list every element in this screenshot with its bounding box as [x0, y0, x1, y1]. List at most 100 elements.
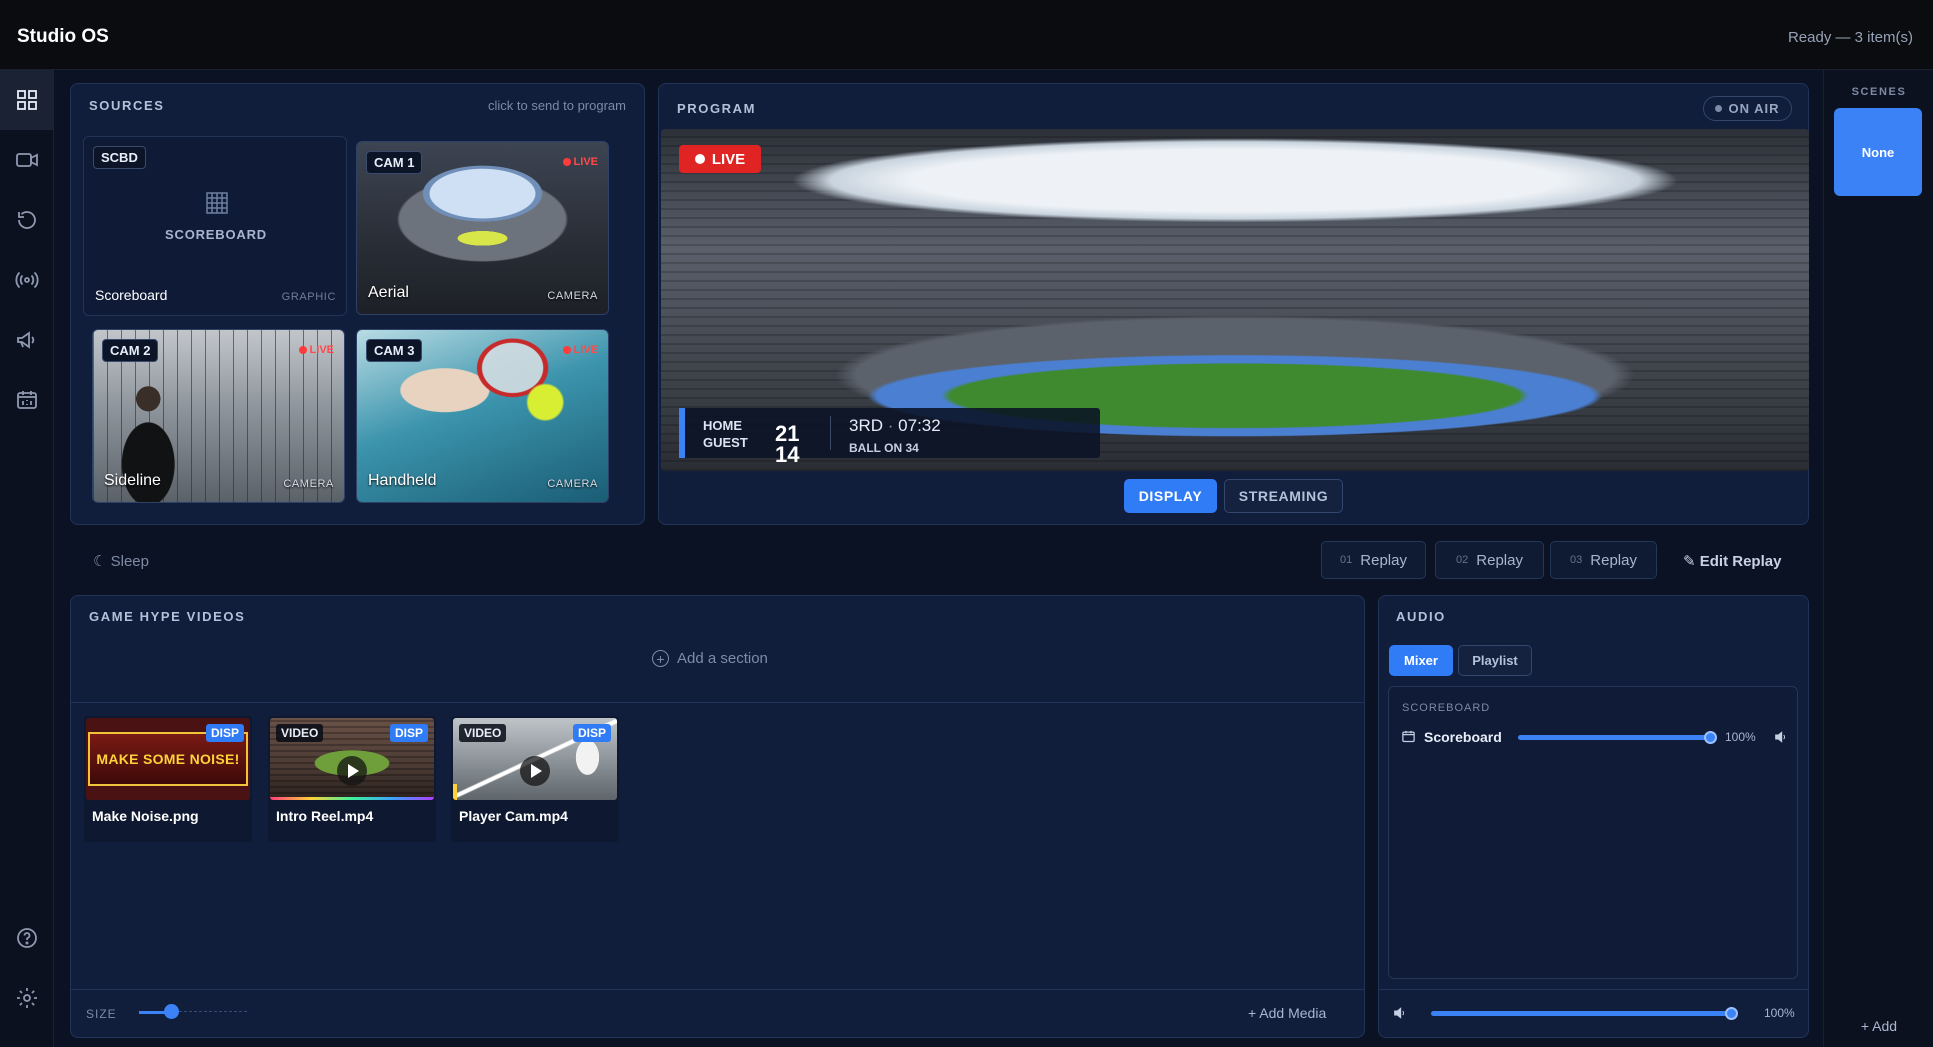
- media-name: Intro Reel.mp4: [276, 808, 374, 824]
- rail-scoreboard-button[interactable]: [0, 370, 54, 430]
- source-kind: CAMERA: [547, 290, 598, 302]
- left-rail: [0, 70, 54, 1047]
- scene-card-none[interactable]: None: [1834, 108, 1922, 196]
- replay-label: Replay: [1476, 551, 1523, 569]
- rail-grid-button[interactable]: [0, 70, 54, 130]
- top-bar: Studio OS Ready — 3 item(s): [0, 0, 1933, 70]
- rail-settings-button[interactable]: [0, 968, 54, 1028]
- period-label: 3RD: [849, 416, 884, 435]
- master-volume-fill: [1431, 1011, 1732, 1016]
- source-name: Aerial: [368, 284, 409, 301]
- scenes-rail: SCENES None + Add: [1823, 70, 1933, 1047]
- source-kind: CAMERA: [547, 478, 598, 490]
- channel-volume-fill: [1518, 735, 1711, 740]
- display-badge: DISP: [205, 724, 244, 742]
- add-section-label: Add a section: [677, 650, 768, 667]
- rail-broadcast-button[interactable]: [0, 250, 54, 310]
- status-text: Ready — 3 item(s): [1787, 29, 1913, 46]
- video-camera-icon: [16, 153, 38, 167]
- streaming-button[interactable]: STREAMING: [1224, 479, 1343, 513]
- source-tag: CAM 2: [102, 339, 159, 362]
- source-tag: CAM 3: [366, 339, 423, 362]
- gear-icon: [17, 988, 37, 1008]
- source-kind: GRAPHIC: [281, 291, 336, 303]
- scoreboard-icon: [17, 391, 37, 409]
- source-tile-scoreboard[interactable]: SCBD SCOREBOARD Scoreboard GRAPHIC: [83, 136, 347, 316]
- source-tile-cam1[interactable]: CAM 1 LIVE Aerial CAMERA: [356, 141, 609, 315]
- master-volume-slider[interactable]: [1431, 1007, 1738, 1020]
- rail-camera-button[interactable]: [0, 130, 54, 190]
- rail-replay-button[interactable]: [0, 190, 54, 250]
- live-indicator: LIVE: [563, 156, 598, 168]
- mixer-group-label: SCOREBOARD: [1402, 702, 1491, 714]
- source-tag: CAM 1: [366, 151, 423, 174]
- display-badge: DISP: [389, 724, 428, 742]
- replay-number: 02: [1456, 554, 1469, 566]
- master-volume-knob[interactable]: [1725, 1007, 1738, 1020]
- guest-label: GUEST: [703, 435, 748, 450]
- source-kind: CAMERA: [283, 478, 334, 490]
- megaphone-icon: [17, 331, 35, 349]
- channel-volume-knob[interactable]: [1704, 731, 1717, 744]
- size-label: SIZE: [86, 1007, 117, 1021]
- media-item-player-cam[interactable]: VIDEO DISP Player Cam.mp4: [451, 716, 619, 842]
- add-scene-button[interactable]: + Add: [1824, 1018, 1933, 1034]
- score-divider: [830, 416, 831, 450]
- period: 3RD · 07:32: [849, 416, 941, 436]
- channel-volume-slider[interactable]: [1518, 731, 1717, 744]
- add-section-button[interactable]: + Add a section: [652, 650, 768, 667]
- channel-name: Scoreboard: [1424, 729, 1502, 745]
- rail-help-button[interactable]: [0, 908, 54, 968]
- replay-button-01[interactable]: 01 Replay: [1321, 541, 1426, 579]
- scoreboard-grid-icon: [206, 192, 228, 214]
- clip-marker: [453, 784, 457, 800]
- speaker-icon[interactable]: [1773, 729, 1789, 745]
- hype-divider: [71, 702, 1364, 703]
- master-level: 100%: [1764, 1006, 1795, 1020]
- play-icon[interactable]: [520, 756, 550, 786]
- hype-footer-divider: [71, 989, 1364, 990]
- rail-account-button[interactable]: [0, 1028, 54, 1047]
- live-indicator: LIVE: [563, 344, 598, 356]
- play-icon[interactable]: [337, 756, 367, 786]
- media-item-intro-reel[interactable]: VIDEO DISP Intro Reel.mp4: [268, 716, 436, 842]
- sources-hint: click to send to program: [487, 98, 626, 113]
- source-tile-cam3[interactable]: CAM 3 LIVE Handheld CAMERA: [356, 329, 609, 503]
- tab-mixer[interactable]: Mixer: [1389, 645, 1453, 676]
- sources-title: SOURCES: [89, 98, 165, 113]
- replay-number: 03: [1570, 554, 1583, 566]
- display-button[interactable]: DISPLAY: [1124, 479, 1217, 513]
- size-slider[interactable]: [139, 1004, 247, 1019]
- media-item-make-noise[interactable]: MAKE SOME NOISE! DISP Make Noise.png: [84, 716, 252, 842]
- replay-button-02[interactable]: 02 Replay: [1435, 541, 1544, 579]
- app-title: Studio OS: [17, 26, 109, 47]
- grid-icon: [17, 90, 37, 110]
- add-media-button[interactable]: + Add Media: [1248, 1005, 1326, 1021]
- scoreboard-center-label: SCOREBOARD: [165, 227, 267, 242]
- source-tag: SCBD: [93, 146, 146, 169]
- replay-number: 01: [1340, 554, 1353, 566]
- hype-title: GAME HYPE VIDEOS: [89, 609, 246, 624]
- score-bug: HOME GUEST 21 14 3RD · 07:32 BALL ON 34: [679, 408, 1100, 467]
- tab-playlist[interactable]: Playlist: [1458, 645, 1532, 676]
- period-separator: ·: [887, 416, 894, 435]
- on-air-indicator: ON AIR: [1703, 96, 1792, 121]
- color-strip: [270, 797, 434, 800]
- media-name: Player Cam.mp4: [459, 808, 568, 824]
- replay-button-03[interactable]: 03 Replay: [1550, 541, 1657, 579]
- replay-label: Replay: [1590, 551, 1637, 569]
- game-clock: 07:32: [898, 416, 941, 435]
- score-bug-accent: [679, 408, 685, 458]
- master-speaker-icon[interactable]: [1392, 1005, 1408, 1021]
- plus-circle-icon: +: [652, 650, 669, 667]
- media-name: Make Noise.png: [92, 808, 199, 824]
- video-badge: VIDEO: [459, 724, 507, 742]
- edit-replay-button[interactable]: ✎ Edit Replay: [1683, 552, 1781, 570]
- home-label: HOME: [703, 418, 742, 433]
- audio-footer-divider: [1379, 989, 1808, 990]
- source-tile-cam2[interactable]: CAM 2 LIVE Sideline CAMERA: [92, 329, 345, 503]
- rail-announce-button[interactable]: [0, 310, 54, 370]
- program-title: PROGRAM: [677, 101, 757, 116]
- sleep-button[interactable]: ☾ Sleep: [93, 552, 149, 570]
- live-indicator: LIVE: [299, 344, 334, 356]
